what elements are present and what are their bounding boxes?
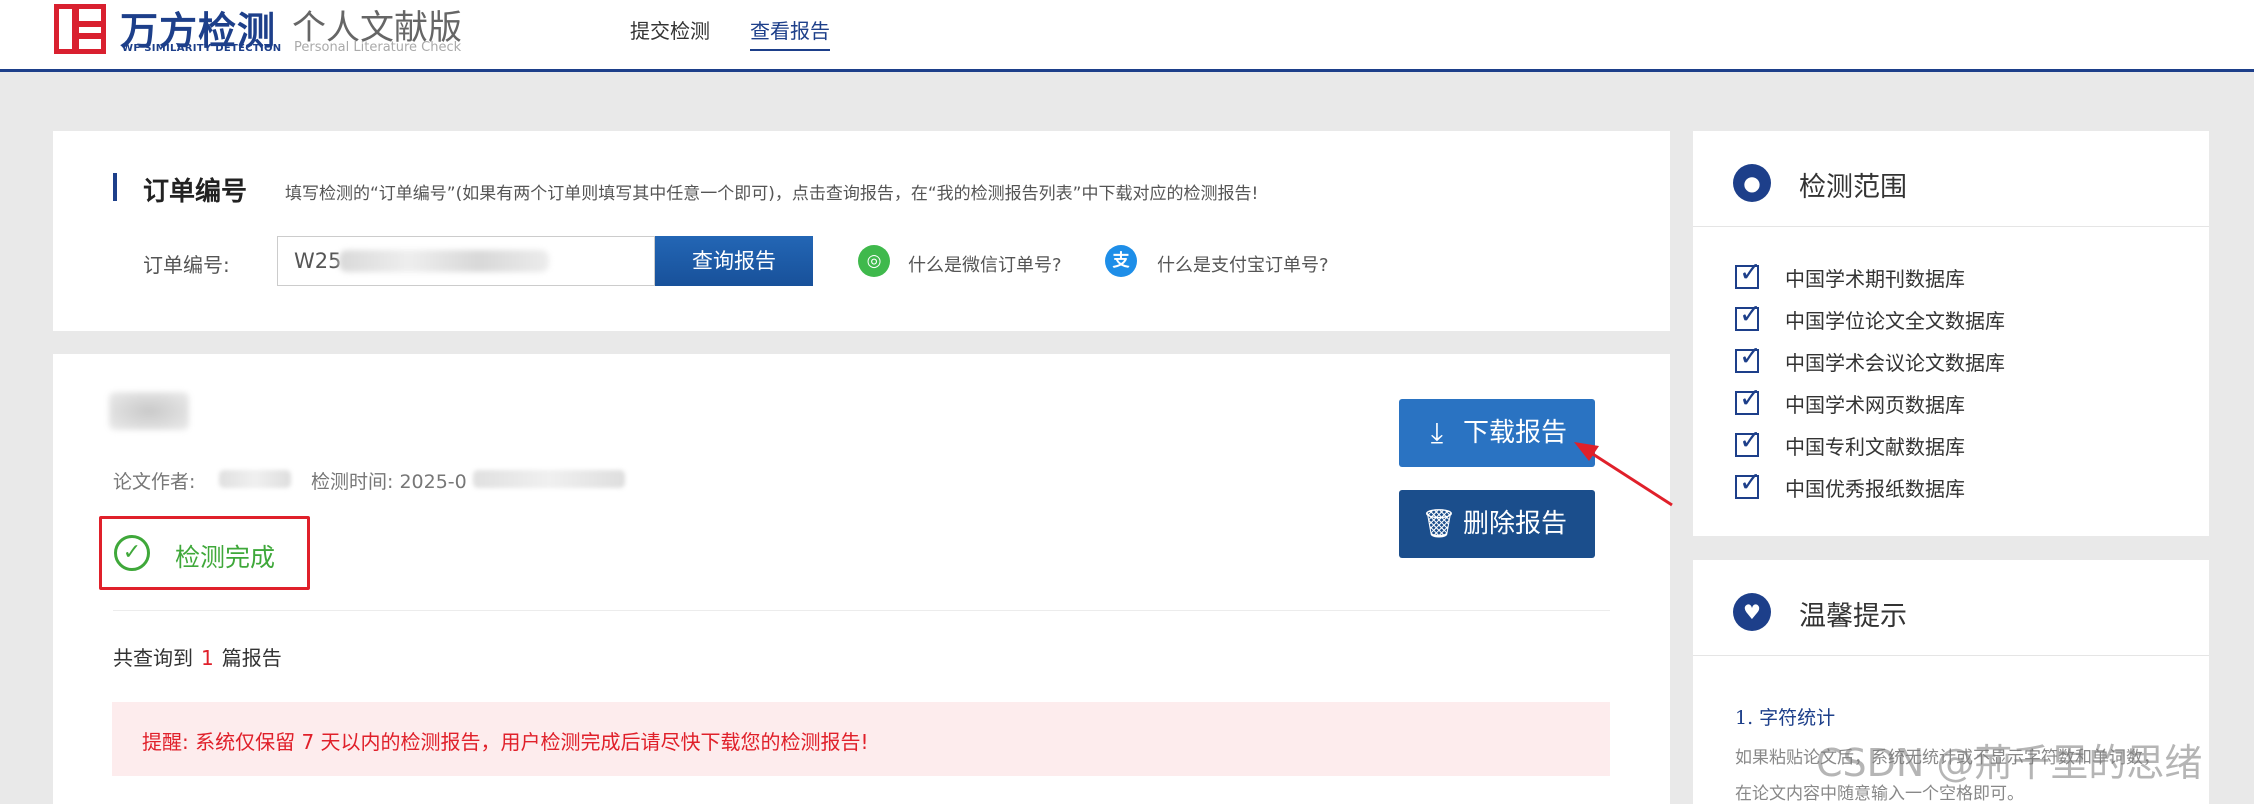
redacted-author: [219, 470, 291, 488]
scope-item-label: 中国优秀报纸数据库: [1785, 477, 1965, 501]
report-count-suffix: 篇报告: [221, 646, 282, 670]
order-field-label: 订单编号:: [143, 253, 230, 277]
download-report-label: 下载报告: [1463, 418, 1568, 448]
trash-icon: 🗑: [1421, 507, 1457, 540]
scope-item-label: 中国学术网页数据库: [1785, 393, 1965, 417]
retention-warning-text: 提醒: 系统仅保留 7 天以内的检测报告，用户检测完成后请尽快下载您的检测报告!: [142, 730, 869, 754]
heading-accent-bar: [113, 173, 117, 201]
scope-item-label: 中国学术会议论文数据库: [1785, 351, 2005, 375]
redacted-order-number: [339, 250, 549, 272]
checkbox-checked-icon: ✓: [1735, 342, 1762, 373]
query-report-button[interactable]: 查询报告: [655, 236, 813, 286]
alipay-order-help-link[interactable]: 什么是支付宝订单号?: [1157, 251, 1329, 277]
heart-icon: ♥: [1733, 593, 1771, 631]
wechat-order-help-link[interactable]: 什么是微信订单号?: [908, 251, 1062, 277]
detection-scope-panel: ● 检测范围 ✓ 中国学术期刊数据库 ✓ 中国学位论文全文数据库 ✓ 中国学术会…: [1693, 131, 2209, 536]
checkbox-checked-icon: ✓: [1735, 426, 1762, 457]
checkbox-checked-icon: ✓: [1735, 468, 1762, 499]
download-icon: ⤓: [1430, 416, 1444, 449]
order-heading: 订单编号: [143, 177, 248, 207]
download-report-button[interactable]: ⤓ 下载报告: [1399, 399, 1595, 467]
scope-item-label: 中国学术期刊数据库: [1785, 267, 1965, 291]
csdn-watermark: CSDN @荊千里的思绪: [1816, 741, 2203, 785]
divider: [1693, 226, 2209, 227]
redacted-check-time: [473, 470, 625, 488]
wechat-icon[interactable]: ◎: [858, 245, 890, 277]
order-instructions: 填写检测的“订单编号”(如果有两个订单则填写其中任意一个即可)，点击查询报告，在…: [285, 184, 1259, 204]
top-header: 万方检测 WF SIMILARITY DETECTION 个人文献版 Perso…: [0, 0, 2254, 72]
nav-view-report[interactable]: 查看报告: [750, 15, 830, 51]
wanfang-logo-icon: [54, 4, 106, 54]
alipay-icon[interactable]: 支: [1105, 245, 1137, 277]
report-count-number: 1: [201, 646, 214, 670]
checkbox-checked-icon: ✓: [1735, 300, 1762, 331]
redacted-paper-title: [109, 392, 189, 430]
check-status: 检测完成: [175, 543, 276, 572]
scope-heading: 检测范围: [1799, 172, 1907, 203]
report-result-panel: 论文作者: 检测时间: 2025-0 ✓ 检测完成 ⤓ 下载报告 🗑 删除报告 …: [53, 354, 1670, 804]
divider: [113, 610, 1610, 611]
report-count: 共查询到 1 篇报告: [113, 642, 282, 671]
check-circle-icon: ✓: [114, 535, 150, 571]
delete-report-label: 删除报告: [1463, 509, 1568, 539]
nav-submit-check[interactable]: 提交检测: [630, 15, 710, 51]
logo-subtitle: WF SIMILARITY DETECTION: [122, 43, 282, 54]
delete-report-button[interactable]: 🗑 删除报告: [1399, 490, 1595, 558]
scope-item-label: 中国专利文献数据库: [1785, 435, 1965, 459]
tips-heading: 温馨提示: [1799, 601, 1907, 632]
author-label: 论文作者:: [113, 471, 196, 493]
scope-item-label: 中国学位论文全文数据库: [1785, 309, 2005, 333]
divider: [1693, 655, 2209, 656]
order-number-panel: 订单编号 填写检测的“订单编号”(如果有两个订单则填写其中任意一个即可)，点击查…: [53, 131, 1670, 331]
location-pin-icon: ●: [1733, 164, 1771, 202]
checkbox-checked-icon: ✓: [1735, 258, 1762, 289]
tips-subheading: 1. 字符统计: [1735, 707, 1836, 729]
retention-warning: 提醒: 系统仅保留 7 天以内的检测报告，用户检测完成后请尽快下载您的检测报告!: [112, 702, 1610, 776]
status-highlight-box: ✓ 检测完成: [99, 516, 310, 590]
check-time-label: 检测时间: 2025-0: [311, 471, 467, 493]
report-count-prefix: 共查询到: [113, 646, 193, 670]
edition-subtitle: Personal Literature Check: [294, 40, 462, 55]
checkbox-checked-icon: ✓: [1735, 384, 1762, 415]
